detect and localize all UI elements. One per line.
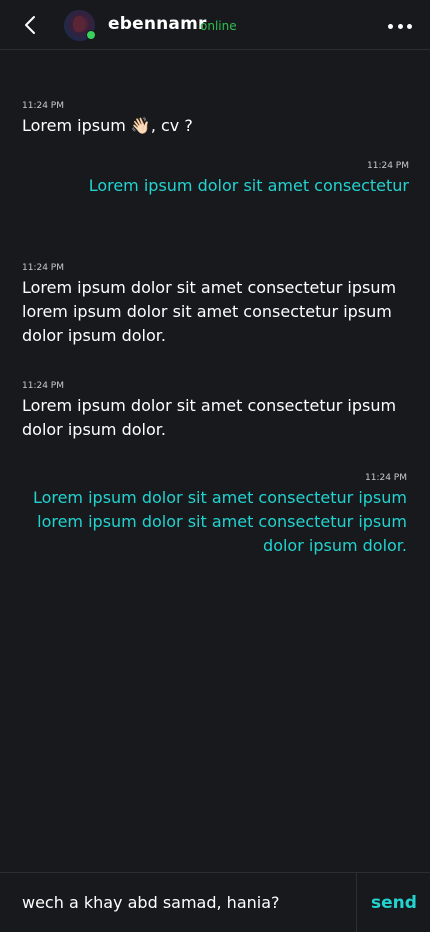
message-text: Lorem ipsum dolor sit amet consectetur (88, 176, 409, 195)
message-incoming[interactable]: 11:24 PM Lorem ipsum 👋🏻, cv ? (22, 101, 408, 138)
contact-status: online (200, 19, 237, 33)
message-text: Lorem ipsum dolor sit amet consectetur i… (32, 488, 407, 555)
send-button[interactable]: send (358, 873, 430, 932)
message-time: 11:24 PM (22, 381, 64, 391)
avatar[interactable] (64, 10, 96, 41)
more-dot-icon (388, 23, 393, 29)
message-incoming[interactable]: 11:24 PM Lorem ipsum dolor sit amet cons… (22, 381, 408, 442)
message-text: Lorem ipsum 👋🏻, cv ? (22, 116, 193, 135)
chat-header: ebennamr online (0, 0, 430, 50)
message-incoming[interactable]: 11:24 PM Lorem ipsum dolor sit amet cons… (22, 263, 408, 348)
message-outgoing[interactable]: 11:24 PM Lorem ipsum dolor sit amet cons… (17, 473, 407, 558)
message-text: Lorem ipsum dolor sit amet consectetur i… (22, 396, 397, 439)
contact-name[interactable]: ebennamr (108, 14, 207, 34)
online-indicator (86, 30, 96, 40)
message-input[interactable] (0, 873, 357, 932)
more-dot-icon (397, 23, 403, 29)
message-text: Lorem ipsum dolor sit amet consectetur i… (22, 278, 397, 345)
message-time: 11:24 PM (365, 473, 407, 483)
message-composer: send (0, 872, 430, 932)
more-dot-icon (407, 23, 412, 29)
message-time: 11:24 PM (22, 101, 64, 111)
avatar-photo (73, 16, 85, 32)
message-time: 11:24 PM (367, 161, 409, 171)
message-time: 11:24 PM (22, 263, 64, 273)
chat-screen: ebennamr online 11:24 PM Lorem ipsum 👋🏻,… (0, 0, 430, 932)
more-options-button[interactable] (388, 17, 412, 35)
back-button[interactable] (18, 12, 42, 38)
chevron-left-icon (25, 16, 35, 34)
message-outgoing[interactable]: 11:24 PM Lorem ipsum dolor sit amet cons… (19, 161, 409, 198)
